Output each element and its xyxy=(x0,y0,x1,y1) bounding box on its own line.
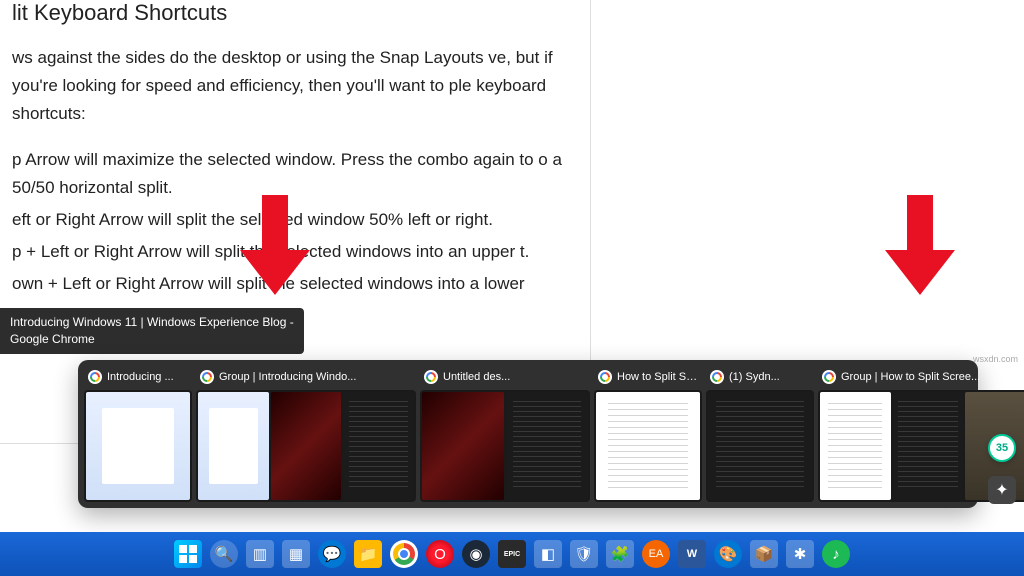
taskbar-app4-icon[interactable]: 🎨 xyxy=(714,540,742,568)
window-preview-header: Group | Introducing Windo... xyxy=(196,366,416,390)
window-preview[interactable]: (1) Sydn... xyxy=(706,366,814,502)
vertical-divider xyxy=(590,0,591,370)
chrome-icon xyxy=(710,370,724,384)
taskbar-steam-icon[interactable]: ◉ xyxy=(462,540,490,568)
section-heading: lit Keyboard Shortcuts xyxy=(12,0,568,26)
taskbar-start-icon[interactable] xyxy=(174,540,202,568)
watermark: wsxdn.com xyxy=(973,354,1018,364)
thumbnail-pane xyxy=(506,392,588,500)
taskbar-app1-icon[interactable]: ◧ xyxy=(534,540,562,568)
taskbar-window-switcher: Introducing ... Group | Introducing Windo… xyxy=(78,360,978,508)
window-thumbnail xyxy=(84,390,192,502)
taskbar-chat-icon[interactable]: 💬 xyxy=(318,540,346,568)
window-preview[interactable]: Introducing ... xyxy=(84,366,192,502)
window-title: (1) Sydn... xyxy=(729,371,780,383)
window-preview-header: Untitled des... xyxy=(420,366,590,390)
chrome-icon xyxy=(598,370,612,384)
window-preview[interactable]: Untitled des... xyxy=(420,366,590,502)
taskbar-app2-icon[interactable]: 🛡 xyxy=(570,540,598,568)
annotation-arrow-icon xyxy=(885,195,955,295)
thumbnail-pane xyxy=(596,392,700,500)
taskbar-spotify-icon[interactable]: ♪ xyxy=(822,540,850,568)
grammarly-badge[interactable]: 35 xyxy=(988,434,1016,462)
window-thumbnail xyxy=(196,390,416,502)
taskbar-slack-icon[interactable]: ✱ xyxy=(786,540,814,568)
window-thumbnail xyxy=(420,390,590,502)
thumbnail-pane xyxy=(820,392,891,500)
section-paragraph: ws against the sides do the desktop or u… xyxy=(12,44,568,128)
taskbar-task-view-icon[interactable]: ▥ xyxy=(246,540,274,568)
chrome-icon xyxy=(424,370,438,384)
taskbar-word-icon[interactable]: W xyxy=(678,540,706,568)
taskbar-ea-icon[interactable]: EA xyxy=(642,540,670,568)
thumbnail-pane xyxy=(422,392,504,500)
tooltip-line: Introducing Windows 11 | Windows Experie… xyxy=(10,314,294,331)
window-title: Group | Introducing Windo... xyxy=(219,371,356,383)
taskbar-explorer-icon[interactable]: 📁 xyxy=(354,540,382,568)
window-preview-header: How to Split Scree... xyxy=(594,366,702,390)
window-preview[interactable]: How to Split Scree... xyxy=(594,366,702,502)
thumbnail-pane xyxy=(893,392,964,500)
taskbar-app5-icon[interactable]: 📦 xyxy=(750,540,778,568)
thumbnail-pane xyxy=(708,392,812,500)
taskbar-opera-icon[interactable]: O xyxy=(426,540,454,568)
thumbnail-pane xyxy=(343,392,414,500)
window-thumbnail xyxy=(706,390,814,502)
tooltip-line: Google Chrome xyxy=(10,331,294,348)
assist-button[interactable]: ✦ xyxy=(988,476,1016,504)
window-preview-header: Introducing ... xyxy=(84,366,192,390)
window-preview-header: Group | How to Split Scree... xyxy=(818,366,1024,390)
taskbar-widgets-icon[interactable]: ▦ xyxy=(282,540,310,568)
window-preview[interactable]: Group | Introducing Windo... xyxy=(196,366,416,502)
taskbar-epic-icon[interactable]: EPIC xyxy=(498,540,526,568)
annotation-arrow-icon xyxy=(240,195,310,295)
thumbnail-pane xyxy=(198,392,269,500)
chrome-icon xyxy=(822,370,836,384)
window-title: Introducing ... xyxy=(107,371,174,383)
chrome-icon xyxy=(200,370,214,384)
taskbar-chrome-icon[interactable] xyxy=(390,540,418,568)
chrome-icon xyxy=(88,370,102,384)
bullet-item: p Arrow will maximize the selected windo… xyxy=(12,146,568,202)
badge-count: 35 xyxy=(996,442,1008,454)
taskbar-app3-icon[interactable]: 🧩 xyxy=(606,540,634,568)
taskbar: 🔍 ▥ ▦ 💬 📁 O ◉ EPIC ◧ 🛡 🧩 EA W 🎨 📦 ✱ ♪ xyxy=(0,532,1024,576)
thumbnail-pane xyxy=(86,392,190,500)
window-thumbnail xyxy=(594,390,702,502)
window-title: Group | How to Split Scree... xyxy=(841,371,980,383)
window-tooltip: Introducing Windows 11 | Windows Experie… xyxy=(0,308,304,354)
window-preview-header: (1) Sydn... xyxy=(706,366,814,390)
window-title: How to Split Scree... xyxy=(617,371,698,383)
window-title: Untitled des... xyxy=(443,371,510,383)
taskbar-search-icon[interactable]: 🔍 xyxy=(210,540,238,568)
thumbnail-pane xyxy=(271,392,342,500)
